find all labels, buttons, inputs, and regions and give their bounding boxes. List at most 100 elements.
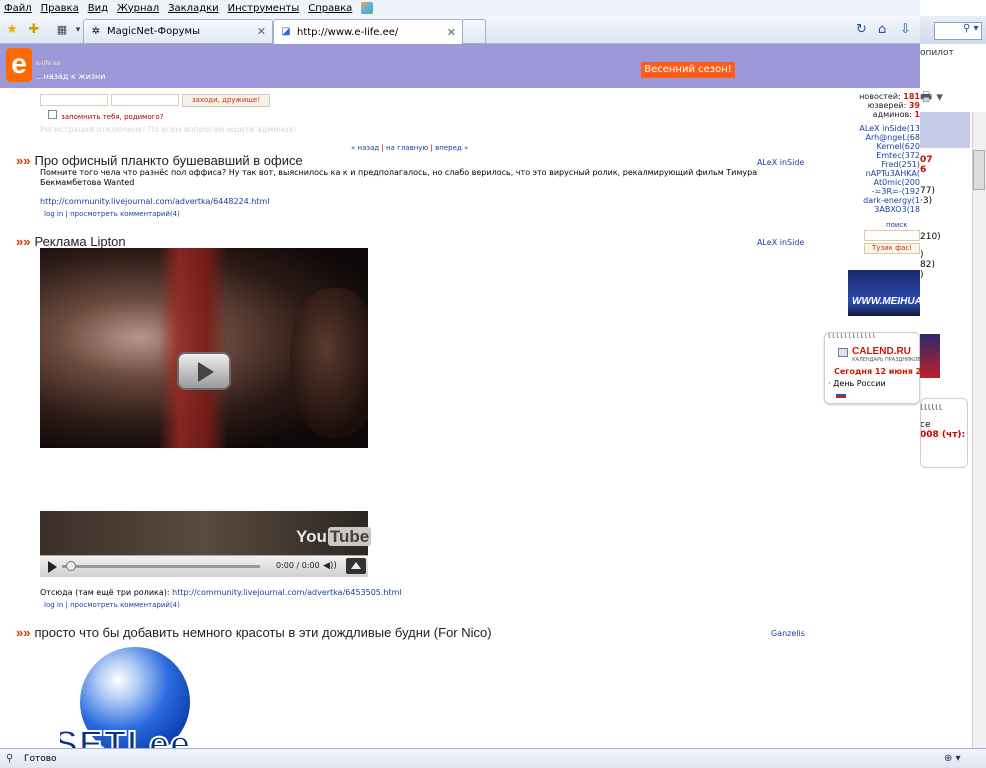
tab-elife[interactable]: ◪ http://www.e-life.ee/ ✕: [273, 19, 463, 44]
calendar-name[interactable]: CALEND.RU: [852, 346, 911, 357]
zoom-icon[interactable]: ⊕ ▾: [944, 753, 961, 764]
post-title-text[interactable]: просто что бы добавить немного красоты в…: [34, 625, 491, 640]
user-link[interactable]: Kernel(620: [820, 142, 920, 151]
user-link[interactable]: ALeX inSide(13: [820, 124, 920, 133]
season-banner[interactable]: Весенний сезон!: [641, 62, 735, 78]
youtube-logo-tube: Tube: [327, 527, 372, 546]
status-text: Готово: [24, 754, 57, 764]
add-bookmark-icon[interactable]: ✚: [26, 22, 42, 38]
user-link[interactable]: nAPTu3AHKA(: [820, 169, 920, 178]
tab-grid-icon[interactable]: ▦: [54, 22, 70, 38]
background-text: ): [920, 250, 924, 260]
remember-me-checkbox[interactable]: [48, 110, 57, 119]
stat-label: админов:: [872, 110, 912, 119]
login-link[interactable]: log in: [44, 601, 63, 609]
pager-home-link[interactable]: на главную: [386, 144, 428, 152]
youtube-progress-bar[interactable]: [62, 565, 260, 568]
user-link[interactable]: Emtec(372: [820, 151, 920, 160]
menu-history[interactable]: Журнал: [117, 3, 159, 14]
login-button[interactable]: заходи, дружище!: [182, 94, 270, 107]
login-username-input[interactable]: [40, 94, 108, 106]
post-title[interactable]: »» Про офисный планкто бушевавший в офисе: [16, 153, 303, 168]
calendar-event[interactable]: · День России: [828, 379, 886, 388]
login-link[interactable]: log in: [44, 210, 63, 218]
background-search-box[interactable]: ⚲ ▾: [934, 22, 982, 40]
user-link[interactable]: -=3R=-(192: [820, 187, 920, 196]
background-scrollbar[interactable]: [972, 112, 986, 748]
youtube-play-icon[interactable]: [48, 561, 57, 573]
post-title-text[interactable]: Реклама Lipton: [34, 234, 125, 249]
comments-link[interactable]: просмотреть комментарий: [70, 601, 170, 609]
user-link[interactable]: 3ABXO3(18: [820, 205, 920, 214]
post-link[interactable]: http://community.livejournal.com/advertk…: [172, 588, 402, 597]
calendar-logo-icon: [838, 348, 848, 357]
download-icon[interactable]: ⇩: [900, 22, 911, 37]
background-calendar: [920, 398, 968, 468]
tab-magicnet[interactable]: ✲ MagicNet-Форумы ✕: [83, 19, 273, 43]
pager-forward-link[interactable]: вперед »: [435, 144, 468, 152]
menu-edit[interactable]: Правка: [41, 3, 79, 14]
background-scroll-thumb[interactable]: [973, 150, 985, 190]
calendar-subtitle: КАЛЕНДАРЬ ПРАЗДНИКОВ: [852, 357, 921, 363]
tab-close-icon[interactable]: ✕: [257, 25, 266, 38]
new-tab-button[interactable]: [462, 19, 486, 43]
user-link[interactable]: Fred(251): [820, 160, 920, 169]
post-title[interactable]: »» просто что бы добавить немного красоты…: [16, 625, 492, 640]
site-logo-sub: e-life.ee: [36, 60, 61, 67]
user-link[interactable]: dark-energy(1: [820, 196, 920, 205]
post-title-text[interactable]: Про офисный планкто бушевавший в офисе: [34, 153, 302, 168]
tab-label: MagicNet-Форумы: [107, 26, 200, 37]
background-header-strip: [920, 112, 970, 148]
pager-back-link[interactable]: « назад: [351, 144, 379, 152]
post-author[interactable]: ALeX inSide: [757, 158, 804, 167]
post-author[interactable]: Ganzelis: [771, 629, 805, 638]
post-link[interactable]: http://community.livejournal.com/advertk…: [40, 197, 270, 206]
stat-news: новостей: 181: [820, 92, 920, 101]
youtube-time: 0:00 / 0:00: [276, 561, 320, 570]
menu-help[interactable]: Справка: [308, 3, 352, 14]
post-meta: log in | просмотреть комментарий(4): [44, 601, 180, 609]
login-password-input[interactable]: [111, 94, 179, 106]
site-tagline: ...назад к жизни: [36, 72, 106, 81]
page-favicon-icon: ◪: [281, 26, 291, 37]
menu-bar: Файл Правка Вид Журнал Закладки Инструме…: [0, 0, 986, 16]
reload-icon[interactable]: ↻: [856, 22, 867, 37]
browser-window: Файл Правка Вид Журнал Закладки Инструме…: [0, 0, 986, 768]
user-link[interactable]: At0mic(200: [820, 178, 920, 187]
tab-label: http://www.e-life.ee/: [297, 26, 399, 38]
search-input[interactable]: [864, 230, 920, 241]
site-header: [0, 44, 920, 88]
post-title[interactable]: »» Реклама Lipton: [16, 234, 126, 249]
post-author[interactable]: ALeX inSide: [757, 238, 804, 247]
post-source: Отсюда (там ещё три ролика): http://comm…: [40, 588, 800, 598]
youtube-scrub-knob[interactable]: [66, 561, 76, 571]
menu-view[interactable]: Вид: [88, 3, 108, 14]
video-frame: [158, 248, 228, 448]
home-icon[interactable]: ⌂: [878, 22, 886, 37]
fullscreen-icon[interactable]: [346, 558, 366, 574]
calendar-today: Сегодня 12 июня 20: [834, 367, 927, 376]
search-button[interactable]: Тузик фас!: [864, 243, 920, 254]
site-logo[interactable]: e: [6, 48, 32, 82]
user-link[interactable]: Arh@ngeL(68: [820, 133, 920, 142]
pager: « назад | на главную | вперед »: [351, 144, 468, 152]
calendar-rings: ιιιιιιιιιιιι: [828, 331, 877, 341]
youtube-logo[interactable]: You Tube: [296, 527, 372, 547]
video-play-button[interactable]: [177, 352, 231, 390]
comments-count: (4): [169, 601, 180, 609]
volume-icon[interactable]: ◀)): [323, 561, 337, 571]
star-bookmark-icon[interactable]: ★: [4, 22, 20, 38]
post-body: Помните того чела что разнёс пол оффиса?…: [40, 168, 758, 187]
comments-count: (4): [169, 210, 180, 218]
meihua-banner[interactable]: WWW.MEIHUA: [848, 270, 922, 316]
search-icon: ⚲: [6, 753, 14, 764]
video-player[interactable]: [40, 248, 368, 448]
stat-value: 39: [908, 101, 920, 110]
post-arrow-icon: »»: [16, 625, 31, 640]
tab-close-icon[interactable]: ✕: [447, 26, 456, 39]
comments-link[interactable]: просмотреть комментарий: [70, 210, 170, 218]
seti-logo-image[interactable]: SETI.ee: [60, 645, 210, 748]
menu-bookmarks[interactable]: Закладки: [168, 3, 219, 14]
menu-file[interactable]: Файл: [4, 3, 32, 14]
menu-tools[interactable]: Инструменты: [228, 3, 300, 14]
